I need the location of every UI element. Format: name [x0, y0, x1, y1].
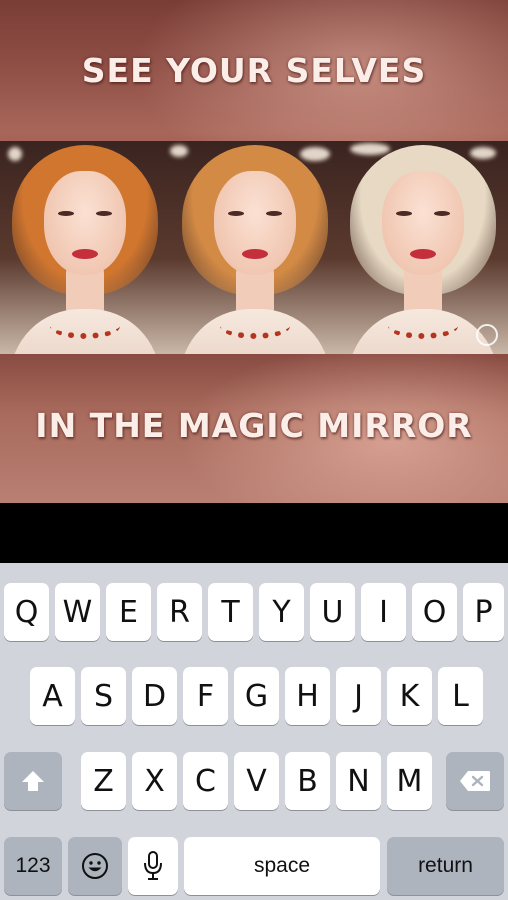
black-gap [0, 503, 508, 563]
key-r[interactable]: R [157, 583, 202, 641]
eye [266, 211, 282, 216]
key-j[interactable]: J [336, 667, 381, 725]
necklace [50, 313, 120, 339]
key-z[interactable]: Z [81, 752, 126, 810]
eye [96, 211, 112, 216]
portrait-middle [170, 141, 340, 354]
key-l[interactable]: L [438, 667, 483, 725]
onscreen-keyboard: Q W E R T Y U I O P A S D F G H J K L Z … [0, 563, 508, 900]
lips [242, 249, 268, 259]
key-n[interactable]: N [336, 752, 381, 810]
key-b[interactable]: B [285, 752, 330, 810]
delete-key[interactable] [446, 752, 504, 810]
promo-banner: SEE YOUR SELVES IN THE MAGIC MIRROR [0, 0, 508, 503]
necklace [220, 313, 290, 339]
portrait-left [0, 141, 170, 354]
key-d[interactable]: D [132, 667, 177, 725]
eye [396, 211, 412, 216]
eye [434, 211, 450, 216]
shift-arrow-icon [20, 769, 46, 793]
watermark-logo [476, 324, 498, 346]
key-x[interactable]: X [132, 752, 177, 810]
key-m[interactable]: M [387, 752, 432, 810]
necklace [388, 313, 458, 339]
key-u[interactable]: U [310, 583, 355, 641]
microphone-key[interactable] [128, 837, 178, 895]
key-v[interactable]: V [234, 752, 279, 810]
numbers-key[interactable]: 123 [4, 837, 62, 895]
return-key[interactable]: return [387, 837, 504, 895]
face [382, 171, 464, 275]
key-y[interactable]: Y [259, 583, 304, 641]
key-e[interactable]: E [106, 583, 151, 641]
key-k[interactable]: K [387, 667, 432, 725]
eye [228, 211, 244, 216]
microphone-icon [143, 850, 163, 882]
key-t[interactable]: T [208, 583, 253, 641]
key-i[interactable]: I [361, 583, 406, 641]
headline-bottom: IN THE MAGIC MIRROR [35, 406, 473, 445]
key-o[interactable]: O [412, 583, 457, 641]
lips [72, 249, 98, 259]
key-g[interactable]: G [234, 667, 279, 725]
headline-top: SEE YOUR SELVES [81, 51, 427, 90]
key-s[interactable]: S [81, 667, 126, 725]
space-key[interactable]: space [184, 837, 380, 895]
emoji-face-icon [80, 851, 110, 881]
key-c[interactable]: C [183, 752, 228, 810]
face [214, 171, 296, 275]
key-f[interactable]: F [183, 667, 228, 725]
emoji-key[interactable] [68, 837, 122, 895]
shift-key[interactable] [4, 752, 62, 810]
lips [410, 249, 436, 259]
portrait-right [338, 141, 508, 354]
key-a[interactable]: A [30, 667, 75, 725]
key-w[interactable]: W [55, 583, 100, 641]
key-q[interactable]: Q [4, 583, 49, 641]
delete-backspace-icon [458, 769, 492, 793]
eye [58, 211, 74, 216]
key-h[interactable]: H [285, 667, 330, 725]
key-p[interactable]: P [463, 583, 504, 641]
face [44, 171, 126, 275]
mirror-photo-strip [0, 141, 508, 354]
